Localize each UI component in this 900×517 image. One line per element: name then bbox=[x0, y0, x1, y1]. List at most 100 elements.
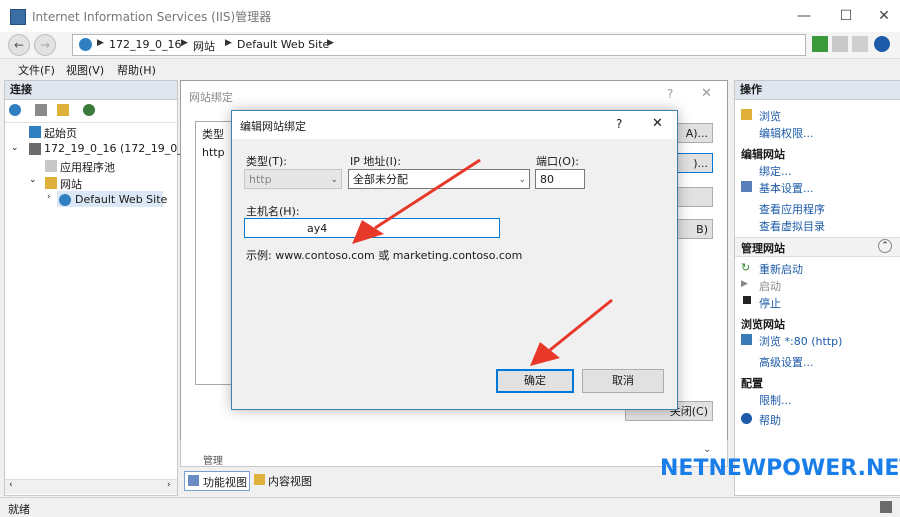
action-explore[interactable]: 浏览 bbox=[759, 108, 781, 124]
section-configure: 配置 bbox=[741, 377, 763, 390]
type-select[interactable]: http ⌄ bbox=[244, 169, 342, 189]
chevron-down-icon[interactable]: ⌄ bbox=[29, 175, 37, 185]
host-name-label: 主机名(H): bbox=[246, 205, 300, 218]
forward-arrow-icon[interactable]: → bbox=[34, 34, 56, 56]
chevron-right-icon[interactable]: › bbox=[47, 192, 51, 202]
help-icon[interactable] bbox=[874, 36, 890, 52]
actions-header: 操作 bbox=[735, 81, 900, 100]
dialog-close-button[interactable]: ✕ bbox=[652, 116, 663, 131]
iis-manager-window: Internet Information Services (IIS)管理器 —… bbox=[0, 0, 900, 517]
maximize-button[interactable]: ☐ bbox=[826, 4, 866, 28]
actions-pane: 操作 浏览 编辑权限... 编辑网站 绑定... 基本设置... 查看应用程序 … bbox=[734, 80, 900, 496]
chevron-right-icon: ▶ bbox=[327, 38, 334, 48]
basic-settings-icon bbox=[741, 181, 752, 192]
host-name-example: 示例: www.contoso.com 或 marketing.contoso.… bbox=[246, 249, 523, 262]
save-icon[interactable] bbox=[35, 104, 47, 116]
explore-icon bbox=[741, 109, 752, 120]
section-browse-site: 浏览网站 bbox=[741, 318, 785, 331]
tree-item-default-web-site[interactable]: Default Web Site bbox=[75, 193, 167, 206]
stop-icon bbox=[743, 296, 751, 304]
port-field[interactable]: 80 bbox=[535, 169, 585, 189]
edit-site-binding-dialog: 编辑网站绑定 ? ✕ 类型(T): http ⌄ IP 地址(I): 全部未分配… bbox=[231, 110, 678, 410]
start-page-icon bbox=[29, 126, 41, 138]
features-view-area: 管理 ⌄ bbox=[180, 440, 728, 467]
type-select-value: http bbox=[249, 173, 272, 186]
host-name-field[interactable]: ay4 bbox=[244, 218, 500, 238]
cancel-button[interactable]: 取消 bbox=[582, 369, 664, 393]
action-view-applications[interactable]: 查看应用程序 bbox=[759, 201, 825, 217]
dialog-title: 编辑网站绑定 bbox=[240, 120, 306, 133]
status-bar: 就绪 bbox=[0, 497, 900, 517]
connections-pane: 连接 起始页 ⌄ 172_19_0_16 (172_19_0_16\ 应用程序池… bbox=[4, 80, 200, 496]
breadcrumb[interactable]: ▶ 172_19_0_16 ▶ 网站 ▶ Default Web Site ▶ bbox=[72, 34, 806, 56]
dialog-help-button[interactable]: ? bbox=[616, 117, 622, 131]
tree-item-sites[interactable]: 网站 bbox=[60, 176, 82, 192]
network-status-icon bbox=[880, 501, 892, 513]
ok-button[interactable]: 确定 bbox=[496, 369, 574, 393]
tree-item-server[interactable]: 172_19_0_16 (172_19_0_16\ bbox=[44, 142, 200, 155]
tab-content-view[interactable]: 内容视图 bbox=[252, 471, 316, 489]
site-bindings-close-button[interactable]: ✕ bbox=[701, 86, 712, 101]
action-bindings[interactable]: 绑定... bbox=[759, 163, 792, 179]
tree-item-start-page[interactable]: 起始页 bbox=[44, 125, 77, 141]
port-label: 端口(O): bbox=[536, 155, 579, 168]
home-icon[interactable] bbox=[852, 36, 868, 52]
action-edit-permissions[interactable]: 编辑权限... bbox=[759, 125, 814, 141]
binding-row-type[interactable]: http bbox=[202, 146, 225, 159]
action-basic-settings[interactable]: 基本设置... bbox=[759, 180, 814, 196]
ip-address-value: 全部未分配 bbox=[353, 173, 408, 186]
address-bar: ← → ▶ 172_19_0_16 ▶ 网站 ▶ Default Web Sit… bbox=[0, 32, 900, 59]
help-icon bbox=[741, 413, 752, 424]
close-window-button[interactable]: ✕ bbox=[864, 4, 900, 28]
website-globe-icon bbox=[59, 194, 71, 206]
chevron-right-icon: ▶ bbox=[97, 38, 104, 48]
action-limits[interactable]: 限制... bbox=[759, 392, 792, 408]
watermark: NETNEWPOWER.NET bbox=[660, 456, 900, 481]
site-bindings-title: 网站绑定 bbox=[189, 91, 233, 104]
type-label: 类型(T): bbox=[246, 155, 288, 168]
site-bindings-help-button[interactable]: ? bbox=[667, 87, 673, 101]
content-view-icon bbox=[254, 474, 265, 485]
ip-address-label: IP 地址(I): bbox=[350, 155, 401, 168]
action-advanced-settings[interactable]: 高级设置... bbox=[759, 354, 814, 370]
host-name-value: ay4 bbox=[307, 222, 328, 235]
server-icon bbox=[29, 143, 41, 155]
window-title: Internet Information Services (IIS)管理器 bbox=[32, 10, 272, 24]
back-arrow-icon[interactable]: ← bbox=[8, 34, 30, 56]
column-header-type[interactable]: 类型 bbox=[202, 126, 224, 142]
chevron-right-icon: ▶ bbox=[225, 38, 232, 48]
minimize-button[interactable]: — bbox=[784, 4, 824, 28]
action-view-virtual-directories[interactable]: 查看虚拟目录 bbox=[759, 218, 825, 234]
action-restart[interactable]: 重新启动 bbox=[759, 261, 803, 277]
chevron-down-icon[interactable]: ⌄ bbox=[11, 143, 19, 153]
action-help[interactable]: 帮助 bbox=[759, 412, 781, 428]
menu-bar: 文件(F) 视图(V) 帮助(H) bbox=[0, 59, 900, 79]
connection-icon[interactable] bbox=[83, 104, 95, 116]
breadcrumb-site[interactable]: Default Web Site bbox=[237, 38, 329, 51]
action-start[interactable]: 启动 bbox=[759, 278, 781, 294]
title-bar: Internet Information Services (IIS)管理器 —… bbox=[0, 0, 900, 32]
menu-help[interactable]: 帮助(H) bbox=[117, 62, 156, 78]
section-edit-site: 编辑网站 bbox=[741, 148, 785, 161]
manage-site-header: 管理网站 ⌃ bbox=[735, 237, 900, 257]
section-manage-site: 管理网站 bbox=[741, 242, 785, 255]
up-folder-icon[interactable] bbox=[57, 104, 69, 116]
refresh-icon[interactable] bbox=[812, 36, 828, 52]
connect-icon[interactable] bbox=[9, 104, 21, 116]
menu-file[interactable]: 文件(F) bbox=[18, 62, 55, 78]
chevron-down-icon[interactable]: ⌄ bbox=[703, 444, 711, 455]
stop-icon[interactable] bbox=[832, 36, 848, 52]
chevron-down-icon: ⌄ bbox=[330, 175, 338, 185]
menu-view[interactable]: 视图(V) bbox=[66, 62, 104, 78]
horizontal-scrollbar[interactable]: ‹ › bbox=[5, 479, 177, 494]
action-stop[interactable]: 停止 bbox=[759, 295, 781, 311]
browse-icon bbox=[741, 334, 752, 345]
tree-item-app-pools[interactable]: 应用程序池 bbox=[60, 159, 115, 175]
breadcrumb-server[interactable]: 172_19_0_16 bbox=[109, 38, 182, 51]
ip-address-select[interactable]: 全部未分配 ⌄ bbox=[348, 169, 530, 189]
tab-features-view[interactable]: 功能视图 bbox=[184, 471, 250, 491]
breadcrumb-sites[interactable]: 网站 bbox=[193, 38, 215, 54]
action-browse-port80[interactable]: 浏览 *:80 (http) bbox=[759, 333, 842, 349]
collapse-icon[interactable]: ⌃ bbox=[878, 239, 892, 253]
sites-folder-icon bbox=[45, 177, 57, 189]
